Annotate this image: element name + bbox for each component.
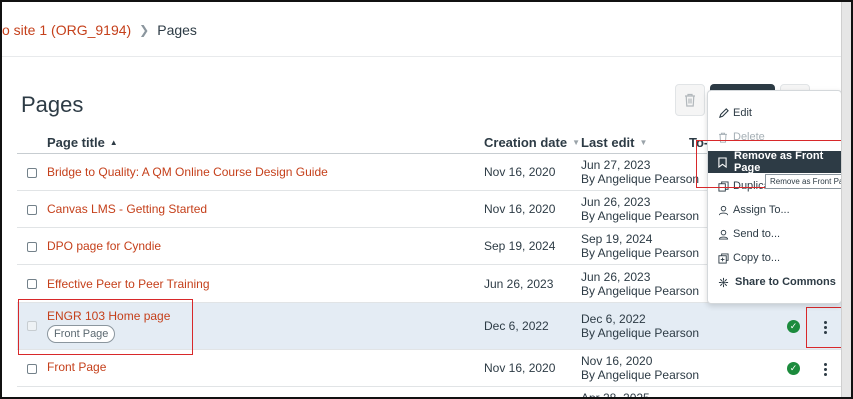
scrollbar[interactable] (841, 2, 851, 397)
page-title-link[interactable]: DPO page for Cyndie (47, 239, 161, 253)
page-title-link[interactable]: Front Page (47, 360, 106, 374)
creation-date: Dec 6, 2022 (484, 319, 549, 333)
last-edit: Sep 19, 2024 By Angelique Pearson (581, 232, 700, 260)
menu-item-share-to-commons[interactable]: Share to Commons (717, 276, 836, 288)
row-checkbox[interactable] (27, 279, 37, 289)
creation-date: Nov 16, 2020 (484, 202, 556, 216)
row-options-kebab-icon[interactable] (818, 360, 832, 378)
creation-date: Nov 16, 2020 (484, 361, 556, 375)
page-title-link[interactable]: Canvas LMS - Getting Started (47, 202, 207, 216)
tooltip: Remove as Front Page (765, 174, 851, 189)
menu-item-edit[interactable]: Edit (717, 107, 752, 119)
commons-icon (717, 276, 729, 288)
column-header-title[interactable]: Page title ▲ (47, 135, 118, 150)
row-checkbox[interactable] (27, 242, 37, 252)
row-checkbox[interactable] (27, 205, 37, 215)
menu-item-assign-to[interactable]: Assign To... (717, 204, 790, 216)
creation-date: Jun 26, 2023 (484, 277, 554, 291)
user-icon (717, 204, 729, 216)
row-checkbox[interactable] (27, 364, 37, 374)
last-edit: Jun 27, 2023 By Angelique Pearson (581, 158, 700, 186)
sort-icon: ▼ (572, 138, 580, 147)
creation-date: Nov 16, 2020 (484, 165, 556, 179)
trash-icon (685, 93, 695, 107)
breadcrumb: o site 1 (ORG_9194) ❯ Pages (2, 22, 197, 38)
published-check-icon[interactable]: ✓ (787, 362, 800, 375)
annotation-highlight-kebab (806, 307, 842, 348)
published-check-icon[interactable]: ✓ (787, 320, 800, 333)
bulk-delete-button[interactable] (675, 84, 705, 116)
copy-to-icon (717, 252, 729, 264)
table-row: Apr 28, 2025 (17, 387, 841, 399)
menu-item-copy-to[interactable]: Copy to... (717, 252, 780, 264)
pencil-icon (717, 107, 729, 119)
last-edit: Dec 6, 2022 By Angelique Pearson (581, 312, 700, 340)
sort-ascending-icon: ▲ (109, 138, 118, 147)
page-title-link[interactable]: Effective Peer to Peer Training (47, 277, 210, 291)
creation-date: Sep 19, 2024 (484, 239, 556, 253)
breadcrumb-course-link[interactable]: o site 1 (ORG_9194) (2, 22, 131, 38)
screenshot-frame: o site 1 (ORG_9194) ❯ Pages Pages Page t… (0, 0, 853, 399)
chevron-right-icon: ❯ (139, 23, 150, 37)
breadcrumb-current: Pages (157, 22, 197, 38)
column-header-created[interactable]: Creation date ▼ (484, 135, 580, 150)
last-edit: Apr 28, 2025 (581, 391, 650, 399)
row-options-menu: Edit Delete Remove as Front Page Duplica… (707, 90, 843, 304)
row-checkbox[interactable] (27, 168, 37, 178)
last-edit: Jun 26, 2023 By Angelique Pearson (581, 270, 700, 298)
menu-item-send-to[interactable]: Send to... (717, 228, 780, 240)
page-title: Pages (21, 92, 84, 117)
annotation-highlight-row (18, 299, 193, 355)
send-user-icon (717, 228, 729, 240)
last-edit: Nov 16, 2020 By Angelique Pearson (581, 354, 700, 382)
last-edit: Jun 26, 2023 By Angelique Pearson (581, 195, 700, 223)
page-title-link[interactable]: Bridge to Quality: A QM Online Course De… (47, 165, 328, 179)
sort-icon: ▼ (639, 138, 648, 147)
column-header-last-edit[interactable]: Last edit ▼ (581, 135, 647, 150)
table-row: Front Page Nov 16, 2020 Nov 16, 2020 By … (17, 350, 841, 387)
header-divider (2, 56, 841, 57)
